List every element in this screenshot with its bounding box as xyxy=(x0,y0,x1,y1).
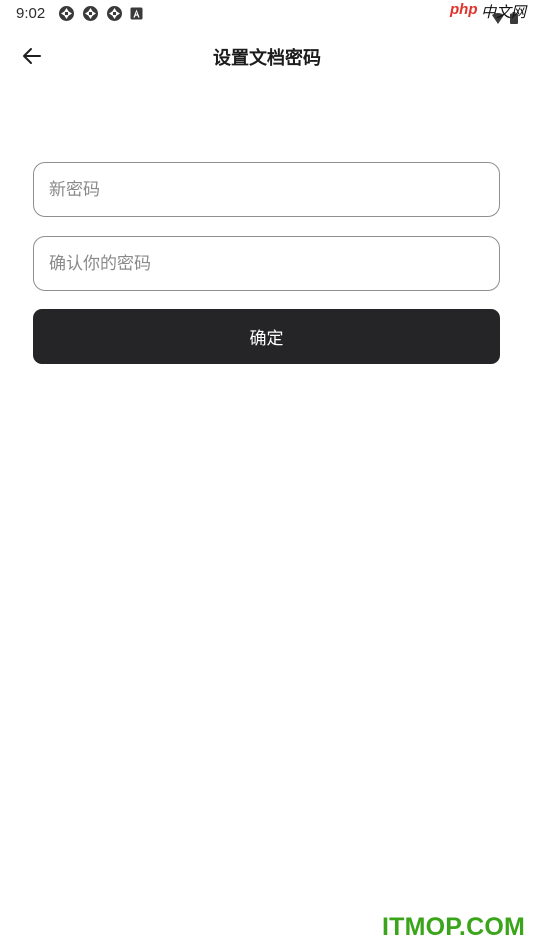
confirm-button[interactable]: 确定 xyxy=(33,309,500,364)
confirm-password-input[interactable] xyxy=(34,237,499,290)
status-notification-icons xyxy=(58,5,143,22)
app-bar: 设置文档密码 xyxy=(0,28,534,86)
status-bar: 9:02 php 中文网 xyxy=(0,0,534,28)
sync-icon xyxy=(58,5,75,22)
confirm-button-label: 确定 xyxy=(249,329,284,349)
php-watermark: php 中文网 xyxy=(450,0,534,22)
sync-icon xyxy=(106,5,123,22)
status-time: 9:02 xyxy=(16,5,46,22)
new-password-field[interactable] xyxy=(33,162,500,217)
sync-icon xyxy=(82,5,99,22)
page-title: 设置文档密码 xyxy=(213,48,321,69)
new-password-input[interactable] xyxy=(34,163,499,216)
font-app-icon xyxy=(130,7,143,20)
itmop-watermark: ITMOP.COM xyxy=(381,913,525,941)
watermark-php-text: php xyxy=(450,1,478,18)
watermark-cn-text: 中文网 xyxy=(481,3,527,21)
confirm-password-field[interactable] xyxy=(33,236,500,291)
